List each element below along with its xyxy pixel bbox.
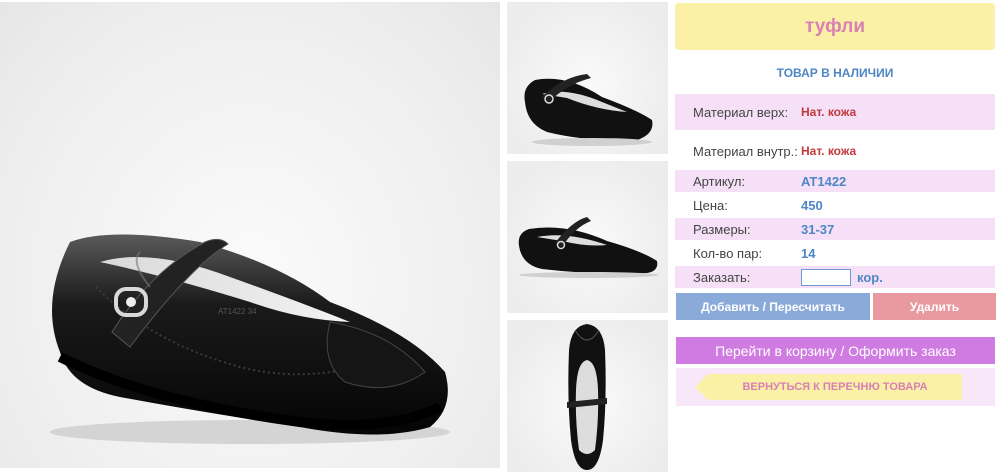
row-pairs: Кол-во пар: 14 [675,242,995,264]
thumbnail-2[interactable] [507,161,668,313]
sizes-value: 31-37 [801,221,835,237]
back-strip: ВЕРНУТЬСЯ К ПЕРЕЧНЮ ТОВАРА [676,368,995,406]
material-top-label: Материал верх: [693,104,789,120]
order-label: Заказать: [693,269,751,285]
go-to-cart-button[interactable]: Перейти в корзину / Оформить заказ [676,337,995,364]
row-material-inner: Материал внутр.: Нат. кожа [675,133,995,169]
stock-status: ТОВАР В НАЛИЧИИ [776,66,894,80]
sizes-label: Размеры: [693,221,751,237]
main-product-photo: AT1422 34 [0,2,500,468]
shoe-thumbnail-image [524,74,653,146]
row-order: Заказать: кор. [675,266,995,288]
shoe-top-view-image [567,324,607,470]
thumbnail-1[interactable] [507,2,668,154]
material-top-value: Нат. кожа [801,105,857,119]
row-material-top: Материал верх: Нат. кожа [675,94,995,130]
order-quantity-input[interactable] [801,268,851,286]
pairs-label: Кол-во пар: [693,245,763,261]
price-label: Цена: [693,197,728,213]
row-article: Артикул: AT1422 [675,170,995,192]
back-to-list-button[interactable]: ВЕРНУТЬСЯ К ПЕРЕЧНЮ ТОВАРА [695,374,962,400]
price-value: 450 [801,197,823,213]
thumbnail-3[interactable] [507,320,668,472]
article-value: AT1422 [801,173,847,189]
material-inner-label: Материал внутр.: [693,143,798,159]
row-sizes: Размеры: 31-37 [675,218,995,240]
delete-button[interactable]: Удалить [873,293,996,320]
product-info-panel: туфли ТОВАР В НАЛИЧИИ Материал верх: Нат… [675,0,998,470]
material-inner-value: Нат. кожа [801,144,857,158]
shoe-side-image: AT1422 34 [50,234,450,444]
row-price: Цена: 450 [675,194,995,216]
pairs-value: 14 [801,245,816,261]
insole-label: AT1422 34 [218,307,257,316]
order-unit: кор. [857,269,883,285]
shoe-thumbnail-image [518,217,659,278]
add-recalculate-button[interactable]: Добавить / Пересчитать [676,293,870,320]
product-title: туфли [675,3,995,50]
article-label: Артикул: [693,173,746,189]
